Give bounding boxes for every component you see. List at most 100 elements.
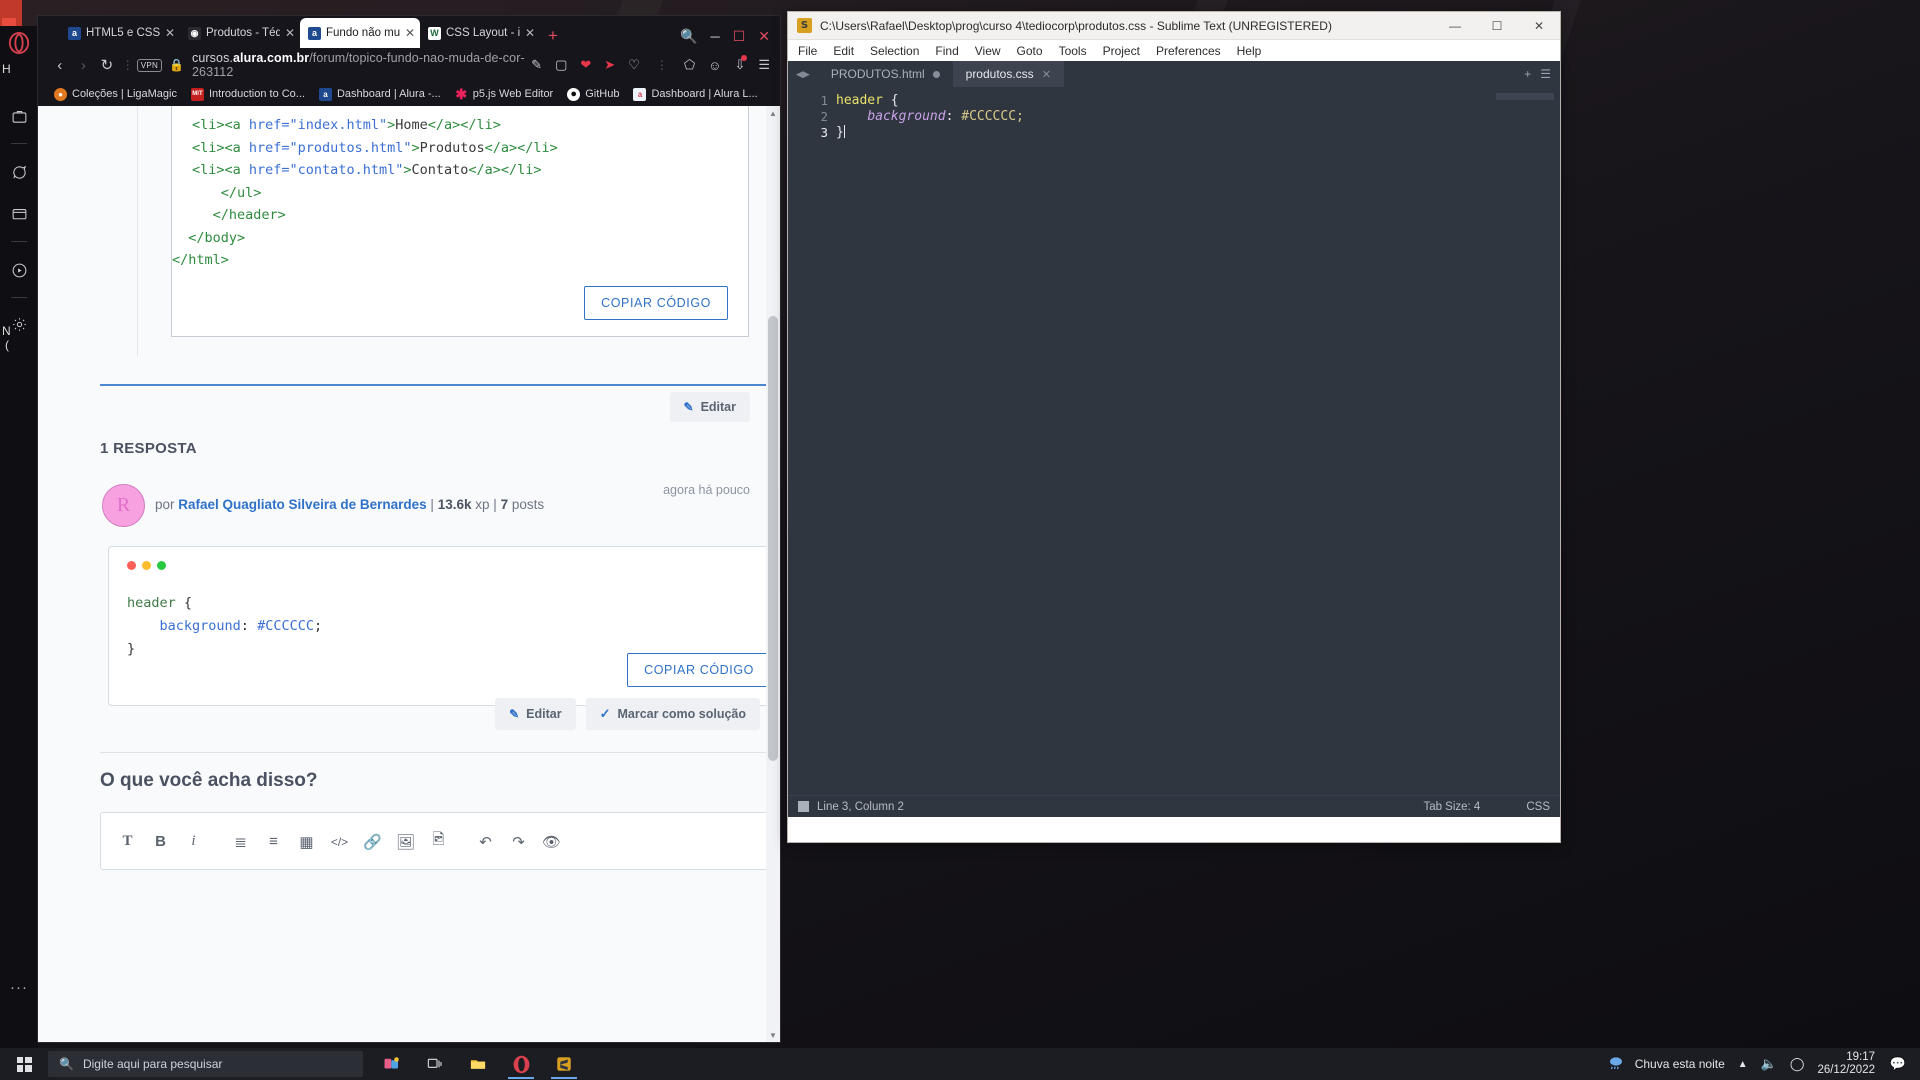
paint-icon[interactable]: [373, 1049, 411, 1079]
author-link[interactable]: Rafael Quagliato Silveira de Bernardes: [178, 497, 426, 512]
screenshot-icon[interactable]: ▢: [555, 57, 567, 73]
tab-close-icon[interactable]: ✕: [285, 26, 295, 40]
edit-question-button[interactable]: ✎ Editar: [669, 392, 750, 422]
clock[interactable]: 19:17 26/12/2022: [1817, 1051, 1875, 1077]
search-icon[interactable]: 🔍: [680, 28, 697, 45]
address-url[interactable]: cursos.alura.com.br/forum/topico-fundo-n…: [192, 51, 531, 79]
ordered-list-icon[interactable]: ≣: [224, 825, 257, 858]
tab-close-icon[interactable]: ✕: [405, 26, 415, 40]
sublime-tab-produtos-css[interactable]: produtos.css ✕: [952, 61, 1064, 87]
minimap[interactable]: [1482, 87, 1560, 795]
maximize-icon[interactable]: ☐: [1476, 12, 1518, 40]
table-icon[interactable]: ▦: [290, 825, 323, 858]
gallery-icon[interactable]: 🖻: [422, 825, 455, 858]
sublime-text-icon[interactable]: [545, 1049, 583, 1079]
send-icon[interactable]: ➤: [604, 57, 615, 73]
weather-widget[interactable]: Chuva esta noite: [1605, 1054, 1725, 1075]
menu-preferences[interactable]: Preferences: [1156, 44, 1221, 58]
search-input[interactable]: 🔍 Digite aqui para pesquisar: [48, 1051, 363, 1077]
menu-view[interactable]: View: [975, 44, 1001, 58]
shield-icon[interactable]: ❤: [580, 57, 591, 73]
menu-find[interactable]: Find: [935, 44, 958, 58]
bold-icon[interactable]: B: [144, 825, 177, 858]
syntax-mode[interactable]: CSS: [1526, 801, 1550, 813]
menu-file[interactable]: File: [798, 44, 817, 58]
browser-tab-1[interactable]: ◉ Produtos - Tédio Corp ✕: [180, 18, 300, 48]
edit-answer-button[interactable]: ✎ Editar: [495, 698, 576, 730]
back-button[interactable]: ‹: [48, 52, 72, 78]
undo-icon[interactable]: ↶: [469, 825, 502, 858]
link-icon[interactable]: 🔗: [356, 825, 389, 858]
whatsapp-icon[interactable]: [4, 158, 34, 186]
bookmark-item[interactable]: ● GitHub: [567, 87, 619, 101]
browser-tab-0[interactable]: a HTML5 e CSS3 parte 2 ✕: [60, 18, 180, 48]
menu-icon[interactable]: ☰: [1540, 67, 1551, 81]
code-icon[interactable]: </>: [323, 825, 356, 858]
menu-project[interactable]: Project: [1103, 44, 1140, 58]
profile-icon[interactable]: ☺: [708, 58, 721, 73]
italic-icon[interactable]: i: [177, 825, 210, 858]
close-icon[interactable]: ✕: [758, 28, 770, 45]
sublime-editor-area[interactable]: 1 2 3 header { background: #CCCCCC; }: [788, 87, 1560, 795]
tray-volume-icon[interactable]: 🔈: [1761, 1056, 1777, 1072]
bookmark-item[interactable]: a Dashboard | Alura L...: [633, 87, 758, 101]
mark-solution-button[interactable]: ✓ Marcar como solução: [585, 698, 760, 730]
scroll-down-icon[interactable]: ▼: [766, 1028, 780, 1042]
tab-scroll-arrows[interactable]: ◀▶: [788, 61, 818, 87]
maximize-icon[interactable]: ☐: [733, 28, 746, 45]
sublime-tab-produtos-html[interactable]: PRODUTOS.html: [817, 61, 953, 87]
opera-icon[interactable]: [502, 1049, 540, 1079]
close-icon[interactable]: ✕: [1518, 12, 1560, 40]
bookmark-item[interactable]: ✱ p5.js Web Editor: [455, 86, 553, 102]
opera-sidebar[interactable]: H N ( ···: [0, 26, 38, 1048]
task-view-icon[interactable]: [416, 1049, 454, 1079]
sublime-code[interactable]: header { background: #CCCCCC; }: [828, 87, 1024, 795]
reload-button[interactable]: ↻: [95, 52, 119, 78]
text-style-icon[interactable]: T: [111, 825, 144, 858]
bookmark-item[interactable]: MIT Introduction to Co...: [190, 87, 305, 101]
menu-tools[interactable]: Tools: [1059, 44, 1087, 58]
scrollbar-thumb[interactable]: [768, 316, 778, 761]
edit-page-icon[interactable]: ✎: [531, 57, 542, 73]
forward-button[interactable]: ›: [72, 52, 96, 78]
redo-icon[interactable]: ↷: [502, 825, 535, 858]
briefcase-icon[interactable]: [4, 102, 34, 130]
music-player-icon[interactable]: [4, 256, 34, 284]
menu-help[interactable]: Help: [1237, 44, 1262, 58]
page-scrollbar[interactable]: ▲ ▼: [766, 106, 780, 1042]
menu-goto[interactable]: Goto: [1017, 44, 1043, 58]
browser-tab-2[interactable]: a Fundo não muda de cor ✕: [300, 18, 420, 48]
heart-icon[interactable]: ♡: [628, 57, 640, 73]
bookmark-item[interactable]: a Dashboard | Alura -...: [318, 87, 441, 101]
downloads-icon[interactable]: ⇩: [734, 55, 748, 73]
file-explorer-icon[interactable]: [459, 1049, 497, 1079]
sidebar-more-icon[interactable]: ···: [10, 979, 28, 996]
browser-tab-3[interactable]: W CSS Layout - inline-block ✕: [420, 18, 540, 48]
tab-close-icon[interactable]: ✕: [525, 26, 535, 40]
image-icon[interactable]: 🖼: [389, 825, 422, 858]
cube-icon[interactable]: ⬠: [684, 57, 695, 73]
copy-code-button[interactable]: COPIAR CÓDIGO: [584, 285, 728, 320]
tray-network-icon[interactable]: ◯: [1790, 1056, 1805, 1072]
menu-selection[interactable]: Selection: [870, 44, 919, 58]
tab-size[interactable]: Tab Size: 4: [1423, 801, 1480, 813]
scroll-up-icon[interactable]: ▲: [766, 106, 780, 120]
comment-editor[interactable]: T B i ≣ ≡ ▦ </> 🔗 🖼 🖻 ↶ ↷ 👁: [100, 812, 780, 870]
menu-edit[interactable]: Edit: [833, 44, 854, 58]
new-tab-icon[interactable]: +: [1524, 67, 1531, 81]
notification-icon[interactable]: 💬: [1888, 1056, 1908, 1072]
bookmark-item[interactable]: ● Coleções | LigaMagic: [54, 87, 177, 101]
tab-close-icon[interactable]: ✕: [165, 26, 175, 40]
tab-close-icon[interactable]: ✕: [1042, 68, 1051, 81]
start-button[interactable]: [0, 1048, 48, 1080]
opera-logo-icon[interactable]: [6, 30, 32, 56]
vpn-badge[interactable]: VPN: [136, 58, 163, 72]
minimize-icon[interactable]: ─: [710, 29, 719, 44]
easy-setup-icon[interactable]: ☰: [758, 57, 770, 73]
unordered-list-icon[interactable]: ≡: [257, 825, 290, 858]
tray-chevron-up-icon[interactable]: ▲: [1738, 1059, 1748, 1070]
preview-icon[interactable]: 👁: [535, 825, 568, 858]
copy-answer-code-button[interactable]: COPIAR CÓDIGO: [627, 653, 771, 687]
minimize-icon[interactable]: —: [1434, 12, 1476, 40]
messenger-icon[interactable]: [4, 200, 34, 228]
